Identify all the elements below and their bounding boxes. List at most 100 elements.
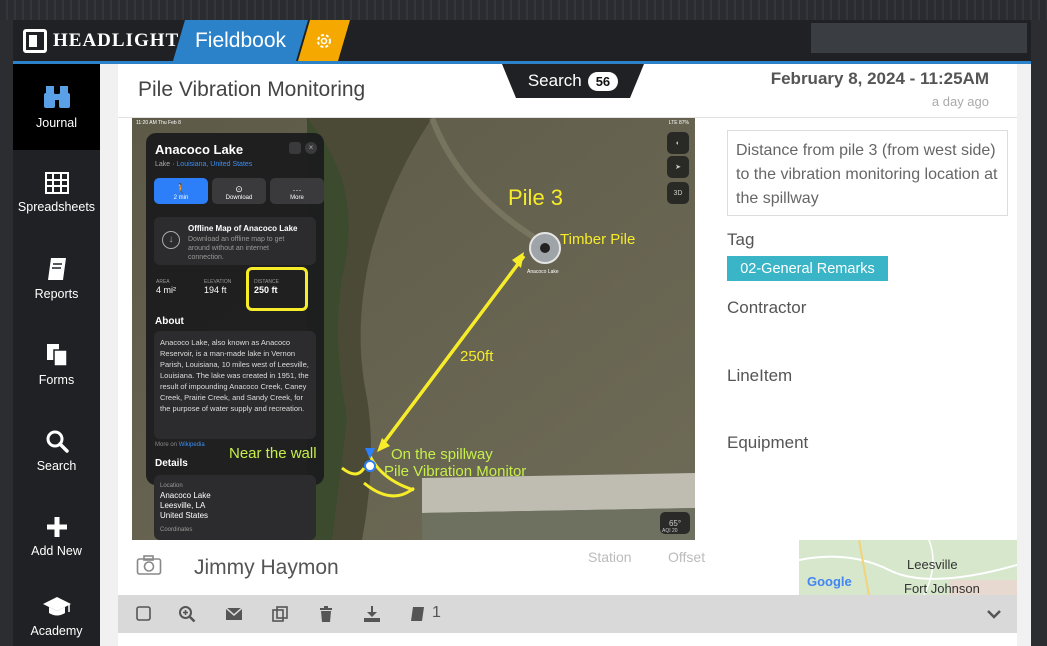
elevation-value: 194 ft <box>204 285 227 295</box>
entry-relative-time: a day ago <box>931 94 989 109</box>
sidebar-item-add-new[interactable]: Add New <box>13 494 100 580</box>
trash-icon[interactable] <box>317 605 335 623</box>
tag-badge[interactable]: 02-General Remarks <box>727 256 888 281</box>
tablet-status-bar: 11:20 AM Thu Feb 8 LTE 87% <box>132 118 695 128</box>
location-arrow-icon: ➤ <box>667 156 689 178</box>
copy-icon[interactable] <box>271 605 289 623</box>
aqi-label: AQI 20 <box>662 528 678 534</box>
walking-icon: 🚶 <box>174 184 188 195</box>
sidebar-item-label: Search <box>36 459 77 473</box>
offline-title: Offline Map of Anacoco Lake <box>188 224 298 233</box>
more-icon: ··· <box>292 185 302 195</box>
camera-icon[interactable] <box>136 554 162 576</box>
elevation-stat: ELEVATION 194 ft <box>204 279 231 295</box>
report-count: 1 <box>432 604 441 621</box>
status-battery: LTE 87% <box>668 120 689 126</box>
contractor-label: Contractor <box>727 298 807 317</box>
3d-toggle: 3D <box>667 182 689 204</box>
search-count-badge: 56 <box>588 72 618 91</box>
download-icon: ⊙ <box>235 184 243 194</box>
sidebar-item-forms[interactable]: Forms <box>13 322 100 408</box>
weather-temp: 65° <box>668 518 682 528</box>
sidebar-item-search[interactable]: Search <box>13 408 100 494</box>
directions-label: 2 min <box>173 195 189 201</box>
offset-label: Offset <box>668 549 706 565</box>
sidebar-item-journal[interactable]: Journal <box>13 64 100 150</box>
more-on-source: Wikipedia <box>178 442 205 448</box>
search-results-tab[interactable]: Search 56 <box>502 64 644 98</box>
station-label: Station <box>588 549 632 565</box>
chevron-down-icon[interactable] <box>985 605 1003 623</box>
email-icon[interactable] <box>225 605 243 623</box>
location-line-3: United States <box>160 511 209 520</box>
binoculars-icon <box>43 86 70 108</box>
sidebar-item-label: Add New <box>31 544 82 558</box>
download-button: ⊙ Download <box>212 178 266 204</box>
entry-description[interactable]: Distance from pile 3 (from west side) to… <box>727 130 1008 216</box>
plus-icon <box>46 517 67 537</box>
coordinates-label: Coordinates <box>160 527 193 533</box>
sidebar-item-label: Journal <box>36 116 77 130</box>
about-body: Anacoco Lake, also known as Anacoco Rese… <box>160 338 309 413</box>
annotation-monitor: Pile Vibration Monitor <box>384 463 527 480</box>
download-icon[interactable] <box>363 605 381 623</box>
headlight-logo-icon <box>23 29 47 53</box>
map-pin-label: Anacoco Lake <box>527 269 559 275</box>
sidebar-nav: Journal Spreadsheets Reports Forms Searc… <box>13 64 100 646</box>
about-heading: About <box>155 316 184 327</box>
lineitem-label: LineItem <box>727 366 793 385</box>
offline-description: Download an offline map to get around wi… <box>188 236 285 261</box>
about-text: Anacoco Lake, also known as Anacoco Rese… <box>154 331 316 439</box>
location-label: Location <box>160 483 183 489</box>
place-card-panel: Anacoco Lake Lake · Louisiana, United St… <box>146 133 324 485</box>
annotation-spillway: On the spillway <box>391 446 493 463</box>
zoom-in-icon[interactable] <box>178 605 196 623</box>
place-type: Lake · <box>155 161 177 168</box>
location-mini-map[interactable]: Leesville Fort Johnson Google <box>799 540 1017 595</box>
headlight-logo[interactable]: HEADLIGHT <box>23 28 179 54</box>
select-checkbox[interactable] <box>135 605 153 623</box>
user-menu-area[interactable] <box>811 23 1027 53</box>
google-logo: Google <box>807 574 852 589</box>
mini-map-place: Fort Johnson <box>904 581 980 595</box>
sidebar-item-label: Spreadsheets <box>17 200 96 214</box>
offline-map-card: ↓ Offline Map of Anacoco Lake Download a… <box>154 217 316 265</box>
author-name: Jimmy Haymon <box>194 556 339 579</box>
fieldbook-tab[interactable]: Fieldbook <box>173 20 308 61</box>
globe-icon: ◐ <box>667 132 689 154</box>
more-label: More <box>290 195 304 201</box>
place-stats: AREA 4 mi² ELEVATION 194 ft DISTANCE 250… <box>154 267 316 311</box>
sidebar-item-academy[interactable]: Academy <box>13 574 100 646</box>
place-name: Anacoco Lake <box>155 142 244 157</box>
entry-date: February 8, 2024 - 11:25AM <box>770 69 989 88</box>
entry-toolbar: 1 <box>118 595 1017 633</box>
table-icon <box>44 172 69 194</box>
notebook-icon[interactable] <box>408 605 426 623</box>
entry-meta-row: Jimmy Haymon Station Offset Leesville Fo… <box>118 540 1017 595</box>
graduation-cap-icon <box>42 597 71 616</box>
area-value: 4 mi² <box>156 285 176 295</box>
location-details: Location Anacoco Lake Leesville, LA Unit… <box>154 475 316 540</box>
more-on-link: More on Wikipedia <box>155 442 205 448</box>
search-icon <box>46 430 69 453</box>
sidebar-item-label: Academy <box>30 624 83 638</box>
share-icon <box>289 142 301 154</box>
sidebar-item-reports[interactable]: Reports <box>13 236 100 322</box>
entry-title: Pile Vibration Monitoring <box>138 78 366 101</box>
entry-photo[interactable]: 11:20 AM Thu Feb 8 LTE 87% Anacoco Lake … <box>132 118 695 540</box>
annotation-distance: 250ft <box>460 348 494 365</box>
location-line-2: Leesville, LA <box>160 501 206 510</box>
annotation-near-wall: Near the wall <box>229 445 317 462</box>
sidebar-item-spreadsheets[interactable]: Spreadsheets <box>13 150 100 236</box>
brand-name: HEADLIGHT <box>53 30 180 51</box>
notebook-icon <box>47 258 66 280</box>
more-on-prefix: More on <box>155 442 179 448</box>
annotation-pile-3: Pile 3 <box>508 185 564 210</box>
product-name: Fieldbook <box>194 28 287 52</box>
forms-icon <box>46 344 68 367</box>
tag-label: Tag <box>727 230 755 249</box>
fieldbook-app: HEADLIGHT Fieldbook Journal Spreadsheets… <box>13 20 1031 646</box>
place-subtitle: Lake · Louisiana, United States <box>155 161 252 168</box>
window-frame <box>0 0 1047 20</box>
status-time: 11:20 AM Thu Feb 8 <box>136 120 181 126</box>
